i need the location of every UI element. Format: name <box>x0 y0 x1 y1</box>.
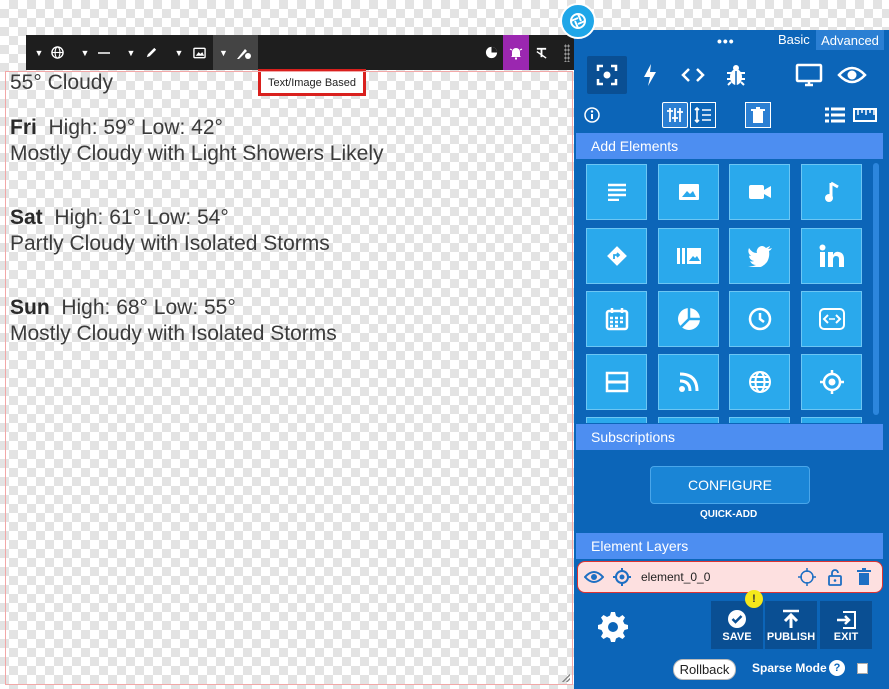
day-name: Sat <box>10 206 43 229</box>
text-element-tile[interactable] <box>586 164 647 220</box>
publish-label: PUBLISH <box>766 631 816 643</box>
info-icon[interactable] <box>583 106 601 124</box>
list-view-icon[interactable] <box>824 106 846 124</box>
publish-button[interactable]: PUBLISH <box>765 601 817 649</box>
day-temps: High: 59° Low: 42° <box>48 116 223 139</box>
line-style-icon[interactable] <box>96 35 112 70</box>
image-element-tile[interactable] <box>658 164 719 220</box>
alert-bell-icon[interactable] <box>503 35 529 70</box>
audio-element-tile[interactable] <box>801 164 862 220</box>
element-layers-header: Element Layers <box>576 533 883 559</box>
day-name: Fri <box>10 116 37 139</box>
layout-element-tile[interactable] <box>586 354 647 410</box>
rollback-button[interactable]: Rollback <box>673 659 736 680</box>
day-temps: High: 68° Low: 55° <box>61 296 236 319</box>
quick-add-label: QUICK-ADD <box>700 509 758 520</box>
eye-icon[interactable] <box>583 567 605 587</box>
embed-element-tile[interactable] <box>801 291 862 347</box>
sparse-mode-label: Sparse Mode <box>752 661 827 675</box>
desktop-preview-icon[interactable] <box>793 60 825 90</box>
forecast-day: Sat High: 61° Low: 54° Partly Cloudy wit… <box>10 205 330 257</box>
exit-button[interactable]: EXIT <box>820 601 872 649</box>
clear-format-icon[interactable] <box>531 35 551 70</box>
forecast-day: Fri High: 59° Low: 42° Mostly Cloudy wit… <box>10 115 384 167</box>
trash-icon[interactable] <box>745 102 771 128</box>
mode-basic-tab[interactable]: Basic <box>778 32 810 47</box>
day-description: Mostly Cloudy with Isolated Storms <box>10 322 337 345</box>
image-icon[interactable] <box>190 35 208 70</box>
chevron-down-icon[interactable]: ▼ <box>80 35 90 70</box>
target-icon[interactable] <box>611 566 633 588</box>
lightning-icon[interactable] <box>638 60 662 90</box>
sparse-mode-checkbox[interactable] <box>857 663 868 674</box>
chevron-down-icon[interactable]: ▼ <box>126 35 136 70</box>
current-weather: 55° Cloudy <box>10 71 113 94</box>
bug-icon[interactable] <box>722 60 750 90</box>
crosshair-icon[interactable] <box>796 566 818 588</box>
layer-row[interactable]: element_0_0 <box>577 561 883 593</box>
clock-element-tile[interactable] <box>729 291 790 347</box>
linkedin-element-tile[interactable] <box>801 228 862 284</box>
add-elements-header: Add Elements <box>576 133 883 159</box>
save-label: SAVE <box>722 631 752 643</box>
location-element-tile[interactable] <box>801 354 862 410</box>
text-image-based-button[interactable]: ▼ <box>213 35 258 70</box>
settings-gear-icon[interactable] <box>596 610 630 644</box>
day-temps: High: 61° Low: 54° <box>54 206 229 229</box>
eye-icon[interactable] <box>835 62 869 88</box>
twitter-element-tile[interactable] <box>729 228 790 284</box>
save-button[interactable]: SAVE <box>711 601 763 649</box>
configure-button[interactable]: CONFIGURE <box>650 466 810 504</box>
code-icon[interactable] <box>678 62 708 88</box>
mode-advanced-tab[interactable]: Advanced <box>816 30 884 50</box>
element-toolbar: ▼ ▼ ▼ ▼ ▼ <box>26 35 574 70</box>
more-icon[interactable]: ••• <box>717 33 735 49</box>
day-description: Mostly Cloudy with Light Showers Likely <box>10 142 384 165</box>
forecast-day: Sun High: 68° Low: 55° Mostly Cloudy wit… <box>10 295 337 347</box>
exit-label: EXIT <box>833 631 859 643</box>
pie-chart-icon[interactable] <box>481 35 501 70</box>
help-icon[interactable]: ? <box>829 660 845 676</box>
pencil-icon[interactable] <box>142 35 160 70</box>
select-target-icon[interactable] <box>587 56 627 94</box>
chevron-down-icon[interactable]: ▼ <box>174 35 184 70</box>
drag-handle-icon[interactable] <box>564 44 570 62</box>
chevron-down-icon[interactable]: ▼ <box>34 35 44 70</box>
web-element-tile[interactable] <box>729 354 790 410</box>
tile-scrollbar[interactable] <box>873 163 879 415</box>
element-tile[interactable] <box>586 417 647 423</box>
chart-element-tile[interactable] <box>658 291 719 347</box>
calendar-element-tile[interactable] <box>586 291 647 347</box>
layer-name: element_0_0 <box>641 570 711 584</box>
resize-handle-icon[interactable] <box>562 674 570 682</box>
directions-element-tile[interactable] <box>586 228 647 284</box>
unsaved-warning-badge: ! <box>745 590 763 608</box>
element-tile[interactable] <box>658 417 719 423</box>
rss-element-tile[interactable] <box>658 354 719 410</box>
align-vertical-icon[interactable] <box>662 102 688 128</box>
element-tile[interactable] <box>729 417 790 423</box>
aperture-logo-icon[interactable] <box>560 3 596 39</box>
day-name: Sun <box>10 296 50 319</box>
gallery-element-tile[interactable] <box>658 228 719 284</box>
ruler-icon[interactable] <box>852 107 878 123</box>
globe-icon[interactable] <box>48 35 66 70</box>
line-height-icon[interactable] <box>690 102 716 128</box>
element-tile[interactable] <box>801 417 862 423</box>
video-element-tile[interactable] <box>729 164 790 220</box>
trash-icon[interactable] <box>855 566 873 588</box>
day-description: Partly Cloudy with Isolated Storms <box>10 232 330 255</box>
unlock-icon[interactable] <box>826 566 844 588</box>
element-tile-grid <box>576 159 883 423</box>
subscriptions-header: Subscriptions <box>576 424 883 450</box>
